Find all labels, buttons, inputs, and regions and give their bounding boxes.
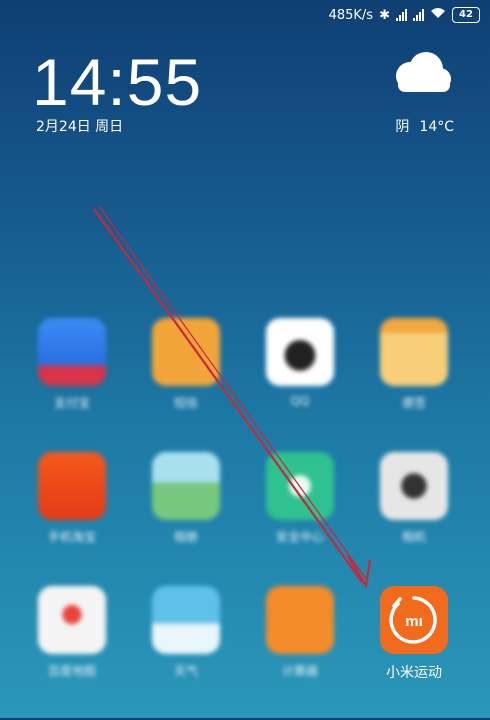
app-messages[interactable]: 短信 [141, 318, 231, 411]
signal-strength-icon [396, 9, 407, 21]
calculator-icon [266, 586, 334, 654]
app-label: 相机 [401, 530, 426, 544]
battery-icon: 42 [452, 7, 480, 23]
gallery-icon [152, 452, 220, 520]
app-security[interactable]: 安全中心 [255, 452, 345, 545]
weather-app-icon [152, 586, 220, 654]
mi-fit-icon: mı [380, 586, 448, 654]
app-mi-fit[interactable]: mı 小米运动 [369, 586, 459, 682]
wifi-icon [430, 7, 446, 23]
svg-text:mı: mı [405, 613, 423, 630]
notes-icon [380, 318, 448, 386]
app-taobao[interactable]: 手机淘宝 [27, 452, 117, 545]
clock-date: 2月24日 周日 [36, 119, 124, 135]
app-label: 便签 [401, 396, 426, 410]
weather-temperature: 14°C [419, 119, 454, 135]
app-label: 百度地图 [47, 664, 96, 678]
status-bar: 485K/s ✱ 42 [0, 0, 490, 30]
app-notes[interactable]: 便签 [369, 318, 459, 411]
app-grid: 支付宝 短信 QQ 便签 手机淘宝 相册 安全中心 相机 百度地图 天气 计算器… [0, 318, 490, 720]
app-baidu-map[interactable]: 百度地图 [27, 586, 117, 679]
weather-info: 阴 14°C [395, 116, 454, 136]
app-label: 短信 [173, 396, 198, 410]
qq-penguin-icon [266, 318, 334, 386]
alipay-icon [38, 318, 106, 386]
weather-condition: 阴 [395, 119, 410, 135]
app-label: 天气 [173, 664, 198, 678]
clock-time[interactable]: 14:55 [32, 44, 202, 120]
app-label: QQ [290, 394, 310, 408]
taobao-icon [38, 452, 106, 520]
app-label: 小米运动 [386, 665, 442, 681]
app-label: 手机淘宝 [47, 530, 96, 544]
message-icon [152, 318, 220, 386]
map-icon [38, 586, 106, 654]
app-row: 百度地图 天气 计算器 mı 小米运动 [0, 586, 490, 720]
app-label: 相册 [173, 530, 198, 544]
app-qq[interactable]: QQ [255, 318, 345, 408]
app-row: 手机淘宝 相册 安全中心 相机 [0, 452, 490, 586]
app-alipay[interactable]: 支付宝 [27, 318, 117, 411]
app-label: 安全中心 [275, 530, 324, 544]
bluetooth-icon: ✱ [379, 7, 390, 23]
shield-icon [266, 452, 334, 520]
signal-strength-2-icon [413, 9, 424, 21]
app-weather[interactable]: 天气 [141, 586, 231, 679]
app-calculator[interactable]: 计算器 [255, 586, 345, 679]
app-gallery[interactable]: 相册 [141, 452, 231, 545]
app-row: 支付宝 短信 QQ 便签 [0, 318, 490, 452]
camera-icon [380, 452, 448, 520]
app-label: 支付宝 [53, 396, 90, 410]
app-label: 计算器 [281, 664, 318, 678]
network-speed: 485K/s [328, 7, 374, 23]
cloud-icon[interactable] [388, 52, 452, 94]
app-camera[interactable]: 相机 [369, 452, 459, 545]
